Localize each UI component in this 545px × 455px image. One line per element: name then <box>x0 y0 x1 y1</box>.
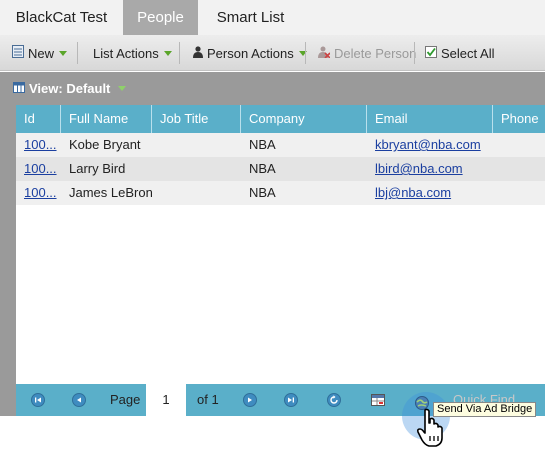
delete-person-label: Delete Person <box>334 45 417 61</box>
next-page-icon[interactable] <box>243 393 257 407</box>
previous-page-icon[interactable] <box>72 393 86 407</box>
tab-bar: BlackCat Test People Smart List <box>0 0 545 35</box>
chevron-down-icon <box>118 86 127 91</box>
chevron-down-icon <box>59 50 68 56</box>
view-label: View: Default <box>29 81 111 96</box>
select-all-button[interactable]: Select All <box>425 35 494 71</box>
export-grid-icon[interactable] <box>371 394 385 409</box>
cell-job-title <box>152 157 241 181</box>
cell-email[interactable]: lbird@nba.com <box>367 157 493 181</box>
page-label: Page <box>110 392 141 407</box>
select-all-label: Select All <box>441 45 495 61</box>
refresh-icon[interactable] <box>327 393 341 407</box>
table-row[interactable]: 100... Kobe Bryant NBA kbryant@nba.com <box>16 133 545 157</box>
page-number-input[interactable]: 1 <box>146 384 186 416</box>
cell-full-name: Kobe Bryant <box>69 137 141 152</box>
column-header-phone[interactable]: Phone <box>493 105 545 133</box>
cell-email[interactable]: kbryant@nba.com <box>367 133 493 157</box>
column-header-job-title[interactable]: Job Title <box>152 105 241 133</box>
person-icon <box>193 45 203 61</box>
cell-full-name: Larry Bird <box>69 161 126 176</box>
cell-id[interactable]: 100... <box>16 133 61 157</box>
cell-job-title <box>152 133 241 157</box>
column-header-id[interactable]: Id <box>16 105 61 133</box>
toolbar-divider <box>77 42 78 64</box>
cell-job-title <box>152 181 241 205</box>
hand-cursor-icon <box>416 408 446 451</box>
cell-id[interactable]: 100... <box>16 181 61 205</box>
toolbar: New List Actions Person Actions Delete P… <box>0 35 545 71</box>
cell-phone <box>493 133 545 157</box>
cell-id[interactable]: 100... <box>16 157 61 181</box>
grid-header: Id Full Name Job Title Company Email Pho… <box>16 105 545 133</box>
column-header-company[interactable]: Company <box>241 105 367 133</box>
cell-company: NBA <box>249 137 276 152</box>
person-actions-button[interactable]: Person Actions <box>193 35 307 71</box>
page-count-label: of 1 <box>197 392 219 407</box>
new-label: New <box>28 45 55 61</box>
new-list-icon <box>12 45 24 61</box>
tab-blackcat-test[interactable]: BlackCat Test <box>0 0 123 35</box>
chevron-down-icon <box>163 50 172 56</box>
column-header-email[interactable]: Email <box>367 105 493 133</box>
cell-phone <box>493 157 545 181</box>
list-actions-label: List Actions <box>93 45 159 61</box>
table-row[interactable]: 100... James LeBron NBA lbj@nba.com <box>16 181 545 205</box>
delete-person-icon <box>318 46 331 61</box>
view-columns-icon <box>13 81 25 96</box>
delete-person-button[interactable]: Delete Person <box>318 35 416 71</box>
last-page-icon[interactable] <box>284 393 298 407</box>
people-grid: Id Full Name Job Title Company Email Pho… <box>16 105 545 384</box>
cell-company: NBA <box>249 185 276 200</box>
cell-full-name: James LeBron <box>69 185 152 200</box>
toolbar-divider <box>179 42 180 64</box>
tab-smart-list[interactable]: Smart List <box>198 0 303 35</box>
table-row[interactable]: 100... Larry Bird NBA lbird@nba.com <box>16 157 545 181</box>
view-selector[interactable]: View: Default <box>0 72 545 105</box>
toolbar-divider <box>414 42 415 64</box>
tab-people[interactable]: People <box>123 0 198 35</box>
cell-company: NBA <box>249 161 276 176</box>
first-page-icon[interactable] <box>31 393 45 407</box>
list-actions-button[interactable]: List Actions <box>93 35 172 71</box>
person-actions-label: Person Actions <box>207 45 294 61</box>
tooltip: Send Via Ad Bridge <box>433 402 537 417</box>
new-button[interactable]: New <box>12 35 68 71</box>
cell-email[interactable]: lbj@nba.com <box>367 181 493 205</box>
cell-phone <box>493 181 545 205</box>
checkbox-icon <box>425 45 437 61</box>
toolbar-divider <box>305 42 306 64</box>
column-header-full-name[interactable]: Full Name <box>61 105 152 133</box>
